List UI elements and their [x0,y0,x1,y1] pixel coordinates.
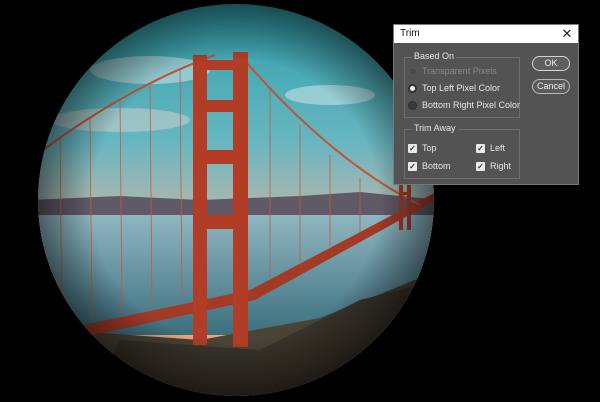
radio-label: Top Left Pixel Color [422,83,501,93]
checkbox-label: Left [490,143,506,153]
checkbox-label: Bottom [422,161,451,171]
checkmark-icon: ✓ [476,143,485,153]
checkmark-icon: ✓ [408,161,417,171]
radio-icon [408,66,417,76]
cancel-button[interactable]: Cancel [532,79,570,94]
trim-dialog: Trim ✕ Based On Transparent Pixels Top L… [393,24,579,185]
checkbox-label: Right [490,161,512,171]
checkmark-icon: ✓ [476,161,485,171]
close-icon[interactable]: ✕ [560,26,574,41]
trim-away-legend: Trim Away [412,123,458,133]
checkbox-left[interactable]: ✓ Left [476,143,505,153]
radio-icon [408,100,417,110]
dialog-title: Trim [400,28,420,39]
checkbox-right[interactable]: ✓ Right [476,161,511,171]
radio-transparent-pixels[interactable]: Transparent Pixels [408,66,497,76]
radio-top-left-pixel-color[interactable]: Top Left Pixel Color [408,83,500,93]
checkbox-top[interactable]: ✓ Top [408,143,437,153]
trim-away-group [404,129,520,179]
radio-checked-icon [408,83,417,93]
radio-bottom-right-pixel-color[interactable]: Bottom Right Pixel Color [408,100,520,110]
based-on-legend: Based On [412,51,457,61]
ok-button[interactable]: OK [532,56,570,71]
dialog-titlebar[interactable]: Trim ✕ [394,25,578,43]
checkmark-icon: ✓ [408,143,417,153]
radio-label: Bottom Right Pixel Color [422,100,521,110]
checkbox-bottom[interactable]: ✓ Bottom [408,161,451,171]
radio-label: Transparent Pixels [422,66,497,76]
checkbox-label: Top [422,143,437,153]
